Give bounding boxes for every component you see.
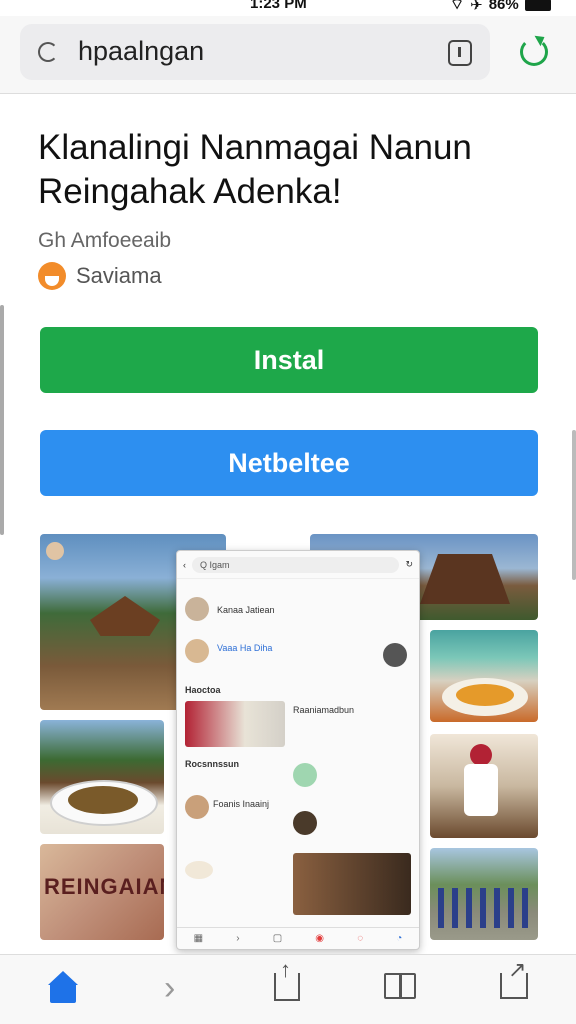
mint-avatar — [293, 763, 317, 787]
longhouse-roof — [420, 554, 510, 604]
screenshot-weaver[interactable] — [430, 734, 538, 838]
food-pile — [456, 684, 514, 706]
status-bar: 1:23 PM ⌔ ✈ 86% — [0, 0, 576, 16]
feed-thumb-2[interactable] — [293, 853, 411, 915]
feed-title: Haoctoa — [185, 685, 221, 695]
developer-name[interactable]: Gh Amfoeeaib — [38, 229, 171, 253]
dark-avatar — [293, 811, 317, 835]
battery-percent: 86% — [488, 0, 519, 13]
status-time: 1:23 PM — [250, 0, 307, 12]
notification-icon[interactable]: ◌ — [357, 933, 363, 944]
home-icon[interactable] — [48, 971, 80, 1005]
dish-food — [68, 786, 138, 814]
app-preview-phone[interactable]: ‹ Q Igam ↻ Kanaa Jatiean Vaaa Ha Diha Ha… — [176, 550, 420, 950]
reload-icon[interactable] — [520, 38, 548, 66]
phone-toolbar: ‹ Q Igam ↻ — [177, 551, 419, 579]
export-icon[interactable] — [500, 957, 528, 999]
section-label: Rocsnnssun — [185, 759, 240, 769]
comment-avatar — [185, 795, 209, 819]
bookmarks-icon[interactable] — [384, 973, 416, 999]
record-icon[interactable]: ◉ — [315, 933, 324, 944]
share-icon[interactable] — [274, 957, 300, 1001]
site-settings-icon[interactable] — [38, 42, 58, 62]
app-title: Klanalingi Nanmagai Nanun Reingahak Aden… — [38, 128, 472, 211]
feed-item-1: Raaniamadbun — [293, 705, 355, 715]
screenshot-fabric[interactable]: REINGAIANIRI — [40, 844, 164, 940]
user-avatar — [46, 542, 64, 560]
calendar-icon[interactable]: ▦ — [194, 933, 203, 944]
profile-icon[interactable]: ◔ — [396, 933, 402, 944]
status-icons: ⌔ ✈ 86% — [450, 0, 551, 14]
scrollbar-right[interactable] — [572, 430, 576, 580]
phone-nav: ▦ › ▢ ◉ ◌ ◔ — [177, 927, 419, 949]
install-button[interactable]: Instal — [40, 327, 538, 393]
forward-icon[interactable]: › — [236, 933, 239, 944]
back-icon[interactable]: ‹ — [183, 560, 186, 570]
profile-avatar — [185, 597, 209, 621]
wifi-icon: ⌔ — [450, 0, 465, 13]
forward-icon[interactable]: › — [164, 971, 196, 1005]
refresh-icon[interactable]: ↻ — [405, 559, 413, 570]
crowd-people — [438, 888, 530, 928]
feed-thumb-1[interactable] — [185, 701, 285, 747]
person-head — [470, 744, 492, 766]
address-bar[interactable]: hpaalngan — [20, 24, 490, 80]
tabs-icon[interactable] — [448, 40, 472, 66]
screenshot-food-plate[interactable] — [430, 630, 538, 722]
screenshot-gallery[interactable]: REINGAIANIRI ‹ Q Igam ↻ Kanaa Jatiean Va… — [40, 534, 538, 954]
post-avatar — [185, 639, 209, 663]
scrollbar-left[interactable] — [0, 305, 4, 535]
post-link[interactable]: Vaaa Ha Diha — [217, 643, 272, 653]
bottom-navigation: › — [0, 954, 576, 1024]
battery-icon — [524, 0, 551, 11]
screenshot-crowd[interactable] — [430, 848, 538, 940]
publisher-name: Saviama — [76, 263, 162, 288]
url-text[interactable]: hpaalngan — [78, 36, 204, 67]
browser-toolbar: hpaalngan — [0, 16, 576, 94]
food-avatar — [185, 861, 213, 879]
post-avatar-right — [383, 643, 407, 667]
signal-icon: ✈ — [470, 0, 483, 14]
screenshot-dish[interactable] — [40, 720, 164, 834]
profile-name: Kanaa Jatiean — [217, 605, 275, 615]
publisher-avatar-icon — [38, 262, 66, 290]
secondary-button[interactable]: Netbeltee — [40, 430, 538, 496]
traditional-house — [90, 596, 160, 636]
bookmark-icon[interactable]: ▢ — [273, 933, 282, 944]
comment-text: Foanis Inaainj — [213, 799, 270, 809]
publisher-row[interactable]: Saviama — [38, 262, 162, 290]
person-body — [464, 764, 498, 816]
screenshot-caption: REINGAIANIRI — [44, 874, 164, 899]
phone-search-input[interactable]: Q Igam — [192, 556, 400, 573]
